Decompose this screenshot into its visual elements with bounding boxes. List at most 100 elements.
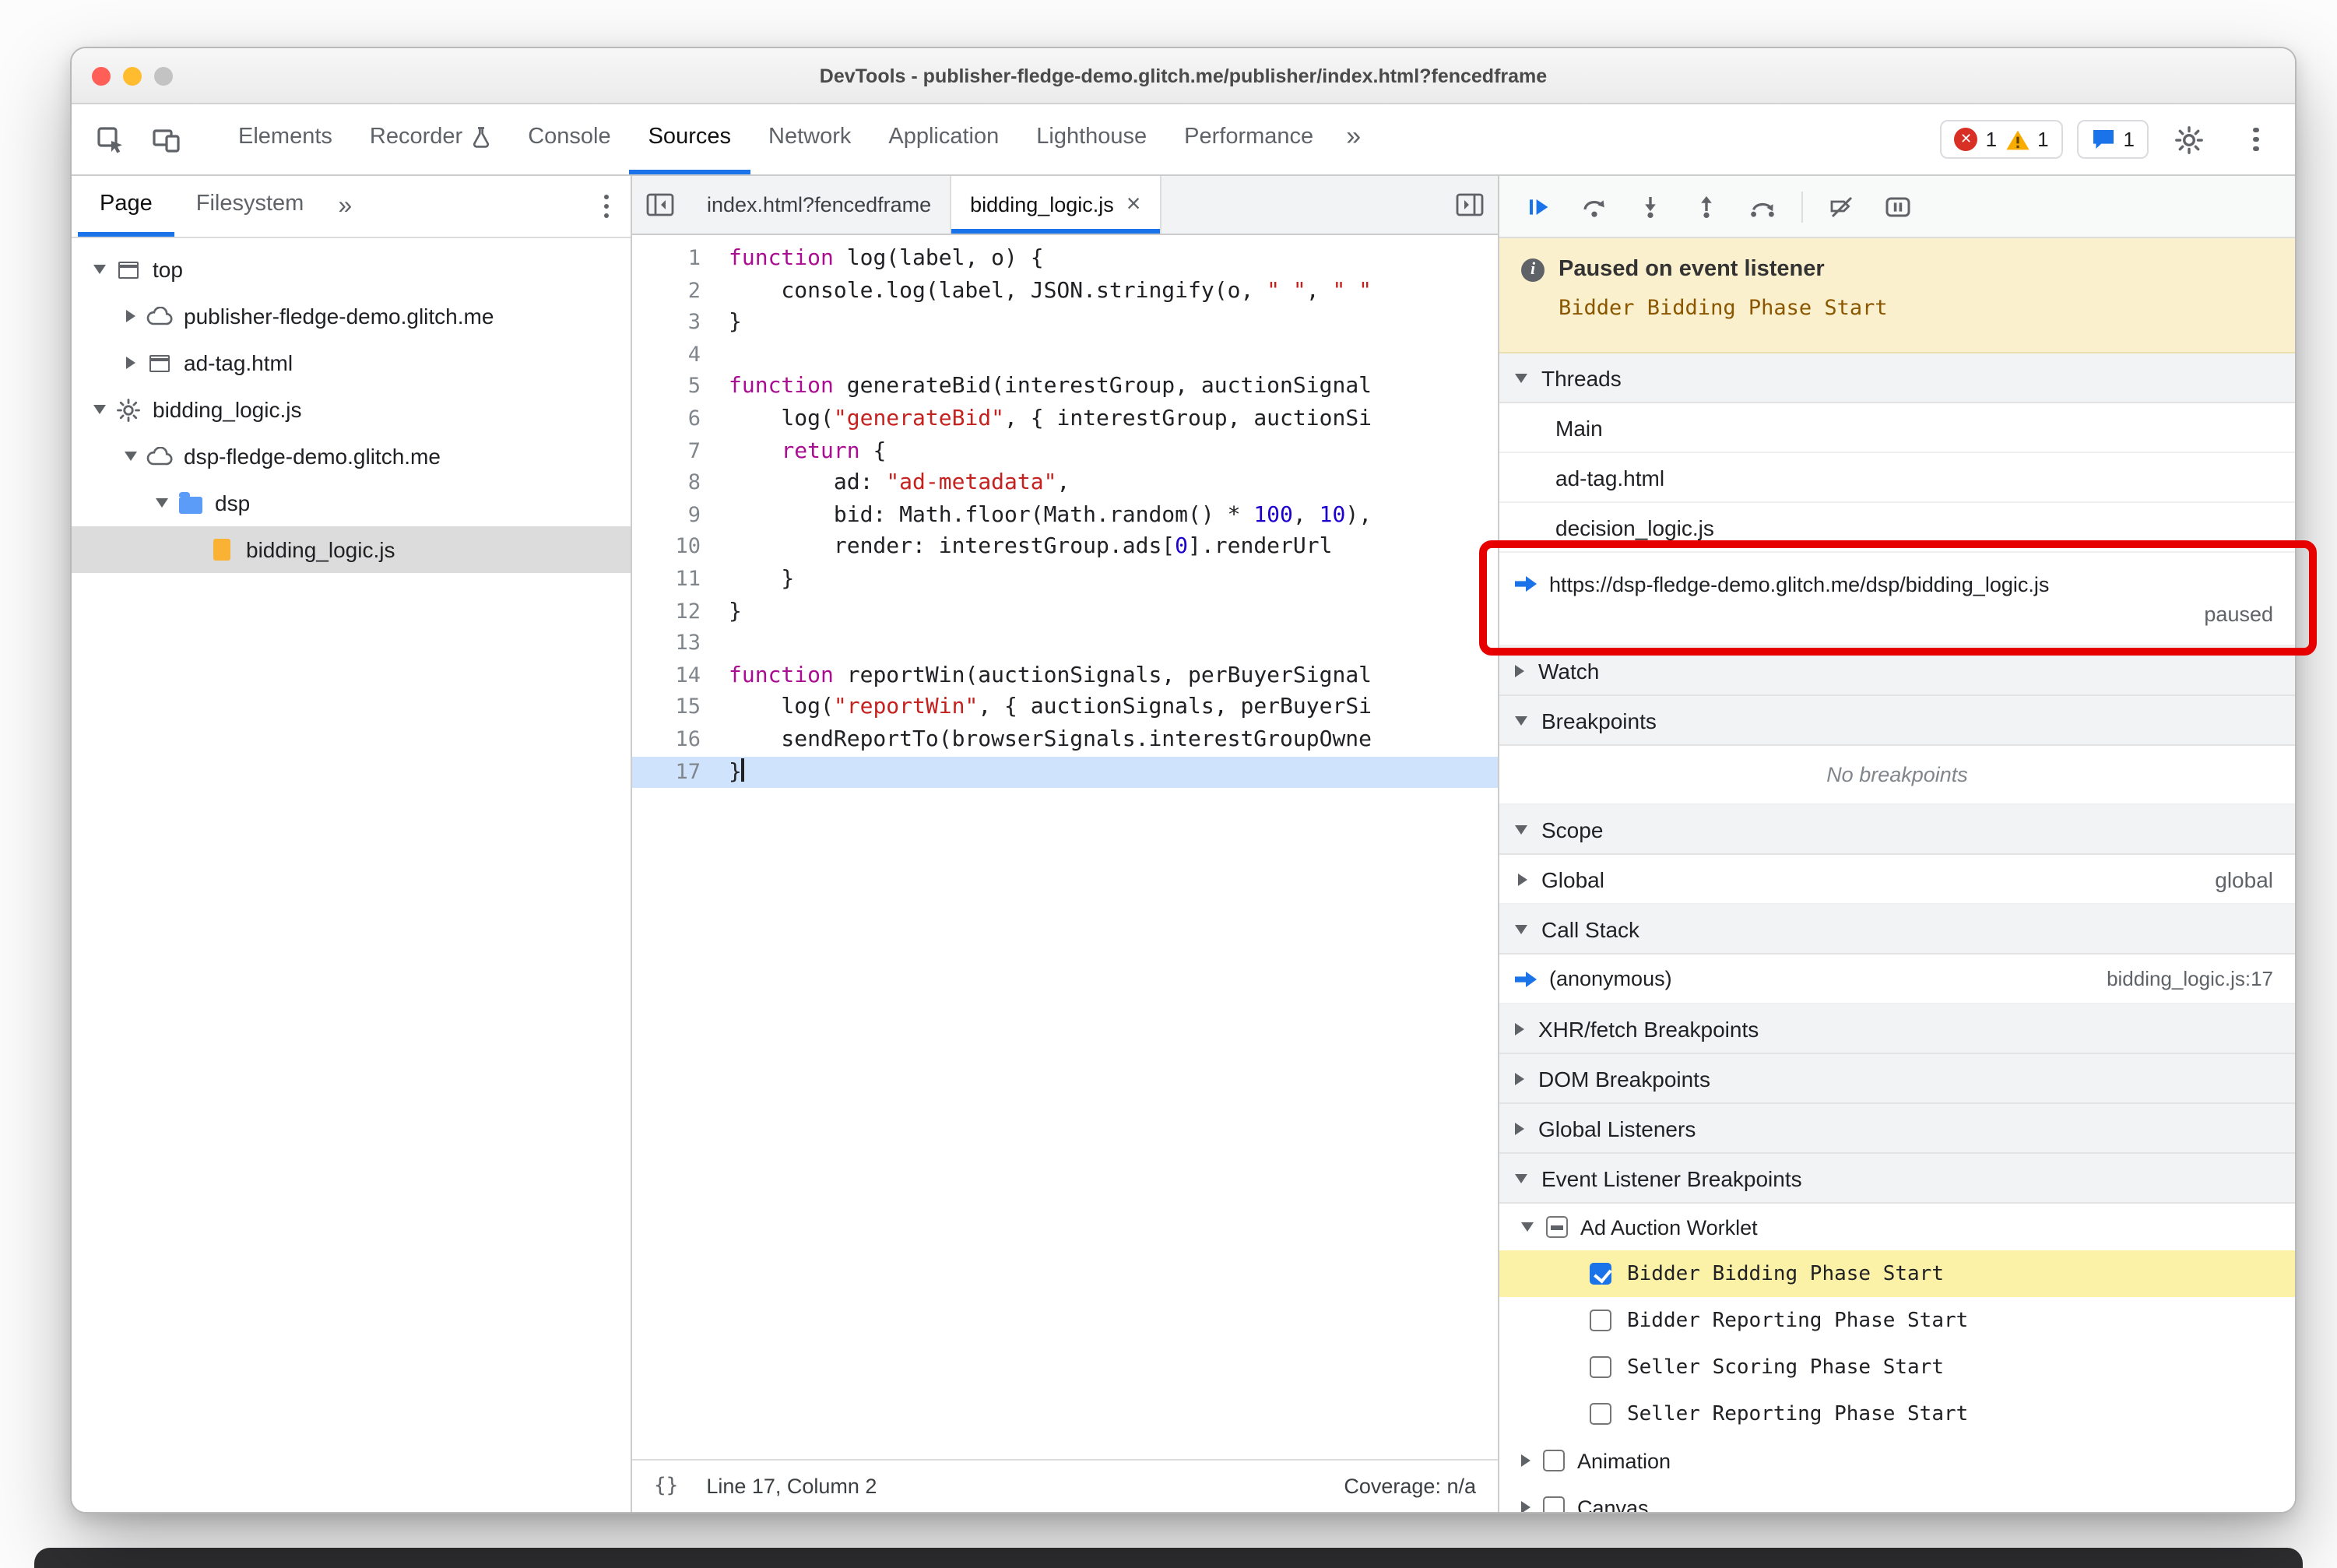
minimize-window-button[interactable]: [123, 66, 142, 85]
line-number[interactable]: 10: [632, 532, 729, 564]
code-line[interactable]: 1 function log(label, o) {: [632, 243, 1498, 275]
call-stack-section-header[interactable]: Call Stack: [1499, 905, 2295, 955]
code-line[interactable]: 5 function generateBid(interestGroup, auc…: [632, 371, 1498, 403]
checkbox-animation[interactable]: [1543, 1450, 1565, 1471]
collapse-triangle-icon[interactable]: [87, 405, 112, 414]
tab-recorder[interactable]: Recorder: [351, 104, 509, 174]
tab-filesystem[interactable]: Filesystem: [174, 176, 326, 237]
elb-bidder-reporting-phase-start[interactable]: Bidder Reporting Phase Start: [1499, 1297, 2295, 1344]
code-line[interactable]: 12}: [632, 596, 1498, 628]
checkbox-seller-scoring-phase-start[interactable]: [1590, 1356, 1611, 1378]
navigator-toggle-button[interactable]: [632, 176, 688, 234]
code-line[interactable]: 3}: [632, 307, 1498, 339]
pause-on-exceptions-button[interactable]: [1875, 183, 1921, 230]
dom-breakpoints-section-header[interactable]: DOM Breakpoints: [1499, 1054, 2295, 1104]
line-number[interactable]: 11: [632, 564, 729, 596]
code-line[interactable]: 14 function reportWin(auctionSignals, per…: [632, 659, 1498, 691]
tab-page[interactable]: Page: [78, 176, 174, 237]
step-button[interactable]: [1739, 183, 1786, 230]
line-number[interactable]: 5: [632, 371, 729, 403]
device-toolbar-button[interactable]: [140, 114, 193, 164]
thread-bidding-logic-paused[interactable]: https://dsp-fledge-demo.glitch.me/dsp/bi…: [1499, 553, 2295, 646]
line-number[interactable]: 12: [632, 596, 729, 628]
step-over-button[interactable]: [1571, 183, 1618, 230]
tree-item-dsp-folder[interactable]: dsp: [72, 480, 631, 526]
elb-group-ad-auction-worklet[interactable]: Ad Auction Worklet: [1499, 1204, 2295, 1250]
breakpoints-section-header[interactable]: Breakpoints: [1499, 696, 2295, 746]
zoom-window-button[interactable]: [154, 66, 173, 85]
tab-application[interactable]: Application: [870, 104, 1017, 174]
checkbox-canvas[interactable]: [1543, 1496, 1565, 1512]
line-number[interactable]: 16: [632, 724, 729, 756]
tree-item-top[interactable]: top: [72, 246, 631, 293]
editor-tab-bidding-logic[interactable]: bidding_logic.js ×: [951, 176, 1161, 234]
debugger-toggle-button[interactable]: [1442, 176, 1498, 234]
code-line[interactable]: 8 ad: "ad-metadata",: [632, 467, 1498, 499]
code-line[interactable]: 10 render: interestGroup.ads[0].renderUr…: [632, 532, 1498, 564]
line-number[interactable]: 4: [632, 339, 729, 371]
tab-elements[interactable]: Elements: [220, 104, 351, 174]
elb-seller-scoring-phase-start[interactable]: Seller Scoring Phase Start: [1499, 1344, 2295, 1390]
pretty-print-button[interactable]: {}: [654, 1475, 678, 1498]
tab-network[interactable]: Network: [750, 104, 870, 174]
tree-item-bidding-logic-worklet[interactable]: bidding_logic.js: [72, 386, 631, 433]
line-number[interactable]: 7: [632, 435, 729, 467]
line-number[interactable]: 9: [632, 500, 729, 532]
tab-sources[interactable]: Sources: [629, 104, 750, 174]
more-options-button[interactable]: [2230, 114, 2283, 164]
settings-button[interactable]: [2163, 114, 2216, 164]
step-into-button[interactable]: [1627, 183, 1674, 230]
step-out-button[interactable]: [1683, 183, 1730, 230]
checkbox-bidder-bidding-phase-start[interactable]: [1590, 1263, 1611, 1285]
line-number[interactable]: 14: [632, 659, 729, 691]
errors-warnings-badge[interactable]: 1 1: [1940, 120, 2063, 159]
code-line[interactable]: 7 return {: [632, 435, 1498, 467]
tree-item-ad-tag-html[interactable]: ad-tag.html: [72, 339, 631, 386]
code-line[interactable]: 6 log("generateBid", { interestGroup, au…: [632, 403, 1498, 435]
navigator-menu-button[interactable]: [588, 176, 624, 237]
expand-triangle-icon[interactable]: [118, 357, 143, 369]
elb-group-animation[interactable]: Animation: [1499, 1437, 2295, 1484]
line-number[interactable]: 2: [632, 275, 729, 307]
close-tab-icon[interactable]: ×: [1126, 192, 1141, 217]
thread-main[interactable]: Main: [1499, 403, 2295, 453]
tree-item-publisher-fledge-demo[interactable]: publisher-fledge-demo.glitch.me: [72, 293, 631, 339]
line-number[interactable]: 17: [632, 756, 729, 788]
checkbox-ad-auction-worklet[interactable]: [1546, 1216, 1568, 1238]
close-window-button[interactable]: [92, 66, 111, 85]
threads-section-header[interactable]: Threads: [1499, 353, 2295, 403]
editor-tab-index-html[interactable]: index.html?fencedframe: [688, 176, 952, 234]
thread-ad-tag[interactable]: ad-tag.html: [1499, 453, 2295, 503]
code-line[interactable]: 11 }: [632, 564, 1498, 596]
scope-section-header[interactable]: Scope: [1499, 805, 2295, 855]
inspect-element-button[interactable]: [84, 114, 137, 164]
xhr-breakpoints-section-header[interactable]: XHR/fetch Breakpoints: [1499, 1004, 2295, 1054]
checkbox-seller-reporting-phase-start[interactable]: [1590, 1403, 1611, 1425]
line-number[interactable]: 13: [632, 628, 729, 659]
deactivate-breakpoints-button[interactable]: [1819, 183, 1865, 230]
issues-badge[interactable]: 1: [2076, 120, 2149, 159]
code-line[interactable]: 9 bid: Math.floor(Math.random() * 100, 1…: [632, 500, 1498, 532]
collapse-triangle-icon[interactable]: [149, 498, 174, 508]
resume-button[interactable]: [1515, 183, 1562, 230]
line-number[interactable]: 6: [632, 403, 729, 435]
more-navigator-tabs-button[interactable]: »: [325, 176, 364, 237]
code-line[interactable]: 4: [632, 339, 1498, 371]
more-tabs-button[interactable]: »: [1332, 104, 1375, 174]
tab-console[interactable]: Console: [509, 104, 629, 174]
thread-decision-logic[interactable]: decision_logic.js: [1499, 503, 2295, 553]
elb-bidder-bidding-phase-start[interactable]: Bidder Bidding Phase Start: [1499, 1250, 2295, 1297]
line-number[interactable]: 15: [632, 692, 729, 724]
collapse-triangle-icon[interactable]: [87, 265, 112, 274]
line-number[interactable]: 8: [632, 467, 729, 499]
code-line[interactable]: 17}: [632, 756, 1498, 789]
elb-group-canvas[interactable]: Canvas: [1499, 1484, 2295, 1512]
checkbox-bidder-reporting-phase-start[interactable]: [1590, 1310, 1611, 1331]
collapse-triangle-icon[interactable]: [118, 452, 143, 461]
watch-section-header[interactable]: Watch: [1499, 646, 2295, 696]
global-listeners-section-header[interactable]: Global Listeners: [1499, 1104, 2295, 1154]
call-stack-frame[interactable]: (anonymous) bidding_logic.js:17: [1499, 955, 2295, 1004]
tree-item-bidding-logic-file[interactable]: bidding_logic.js: [72, 526, 631, 573]
tab-performance[interactable]: Performance: [1165, 104, 1332, 174]
code-line[interactable]: 15 log("reportWin", { auctionSignals, pe…: [632, 692, 1498, 724]
